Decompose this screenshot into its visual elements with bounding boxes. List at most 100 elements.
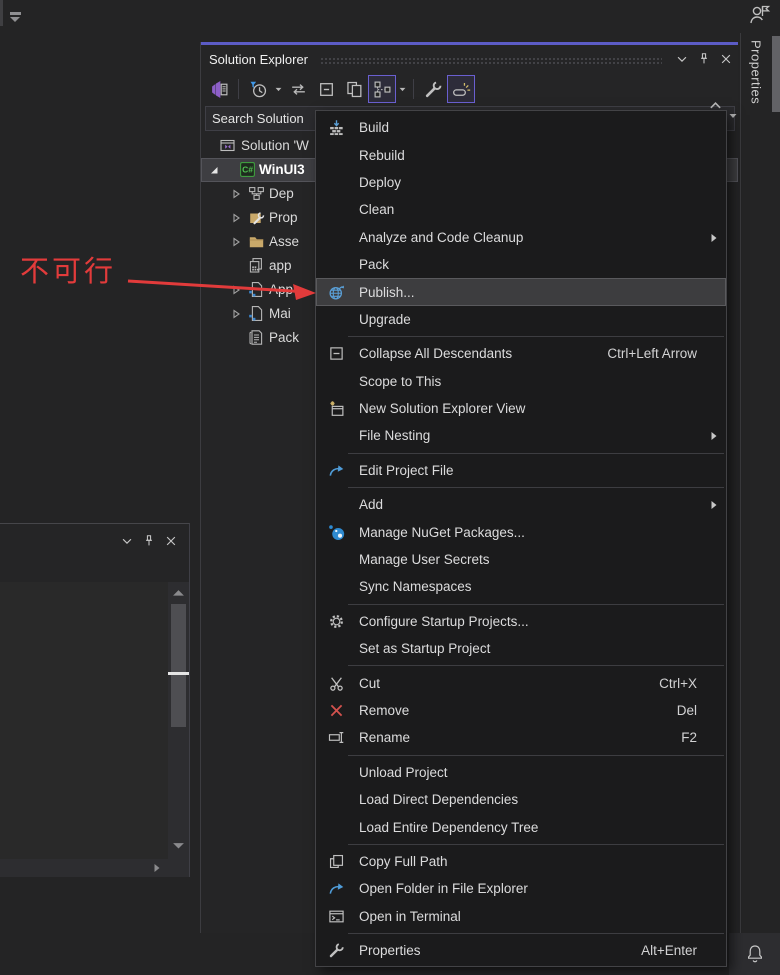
scrollbar-marker (168, 672, 189, 675)
tree-item-label: Prop (269, 210, 298, 225)
expand-arrow-icon[interactable] (230, 188, 242, 200)
menu-item-build[interactable]: Build (316, 114, 726, 141)
tree-item-label: Pack (269, 330, 300, 345)
scrollbar-thumb[interactable] (171, 604, 186, 727)
publish-globe-icon (323, 284, 349, 301)
show-all-files-button[interactable] (368, 75, 396, 103)
dropdown-arrow-icon[interactable] (272, 75, 284, 103)
pin-icon[interactable] (694, 50, 714, 68)
gear-icon (323, 613, 349, 630)
track-active-item-button[interactable] (447, 75, 475, 103)
horizontal-scrollbar[interactable] (0, 859, 189, 877)
menu-item-pack[interactable]: Pack (316, 251, 726, 278)
titlebar-drag-grip[interactable] (320, 57, 662, 65)
menu-item-remove[interactable]: Remove Del (316, 697, 726, 724)
panel-content (0, 582, 189, 859)
menu-item-properties[interactable]: Properties Alt+Enter (316, 937, 726, 964)
sync-with-active-document-button[interactable] (284, 75, 312, 103)
menu-item-label: Copy Full Path (359, 853, 448, 869)
menu-item-load-direct-dependencies[interactable]: Load Direct Dependencies (316, 786, 726, 813)
menu-item-manage-nuget-packages[interactable]: Manage NuGet Packages... (316, 518, 726, 545)
menu-item-analyze-and-code-cleanup[interactable]: Analyze and Code Cleanup (316, 224, 726, 251)
bottom-left-panel (0, 523, 190, 877)
window-position-chevron-icon[interactable] (672, 50, 692, 68)
menu-item-publish[interactable]: Publish... (316, 278, 726, 306)
show-all-files-icon (373, 80, 392, 99)
menu-item-label: Manage NuGet Packages... (359, 524, 525, 540)
menu-item-label: Sync Namespaces (359, 579, 472, 595)
menu-item-collapse-all-descendants[interactable]: Collapse All Descendants Ctrl+Left Arrow (316, 340, 726, 367)
scroll-up-arrow-icon[interactable] (172, 588, 185, 597)
search-input-text: Search Solution (212, 111, 304, 126)
menu-item-new-solution-explorer-view[interactable]: New Solution Explorer View (316, 395, 726, 422)
menu-item-copy-full-path[interactable]: Copy Full Path (316, 848, 726, 875)
close-icon[interactable] (716, 50, 736, 68)
menu-item-rebuild[interactable]: Rebuild (316, 141, 726, 168)
menu-separator (348, 754, 724, 756)
menu-item-deploy[interactable]: Deploy (316, 169, 726, 196)
preview-selected-items-button[interactable] (340, 75, 368, 103)
menu-item-configure-startup-projects[interactable]: Configure Startup Projects... (316, 608, 726, 635)
menu-item-add[interactable]: Add (316, 491, 726, 518)
menu-separator (348, 336, 724, 338)
dependencies-icon (248, 185, 265, 202)
preview-selected-items-icon (345, 80, 364, 99)
pending-changes-filter-button[interactable] (244, 75, 272, 103)
menu-item-open-folder-in-file-explorer[interactable]: Open Folder in File Explorer (316, 875, 726, 902)
close-icon[interactable] (161, 532, 181, 550)
menu-item-set-as-startup-project[interactable]: Set as Startup Project (316, 635, 726, 662)
menu-item-shortcut: Alt+Enter (641, 943, 697, 959)
appx-manifest-icon (248, 329, 265, 346)
menu-item-label: Build (359, 120, 390, 136)
expand-arrow-icon[interactable] (230, 284, 242, 296)
vertical-scrollbar[interactable] (168, 582, 189, 859)
menu-item-rename[interactable]: Rename F2 (316, 724, 726, 751)
menu-item-scope-to-this[interactable]: Scope to This (316, 368, 726, 395)
scroll-right-arrow-icon[interactable] (153, 863, 161, 873)
pin-icon[interactable] (139, 532, 159, 550)
search-options-dropdown-icon[interactable] (729, 113, 739, 125)
collapse-arrow-icon[interactable] (208, 164, 220, 176)
scroll-down-arrow-icon[interactable] (172, 842, 185, 851)
menu-item-label: Unload Project (359, 764, 448, 780)
menu-item-file-nesting[interactable]: File Nesting (316, 422, 726, 449)
menu-item-label: New Solution Explorer View (359, 401, 526, 417)
solution-explorer-toolbar (205, 74, 735, 104)
menu-item-upgrade[interactable]: Upgrade (316, 306, 726, 333)
tree-item-label: Dep (269, 186, 294, 201)
menu-item-shortcut: Ctrl+Left Arrow (607, 346, 697, 362)
feedback-person-icon[interactable] (746, 2, 772, 28)
menu-separator (348, 932, 724, 934)
overflow-bar-icon (10, 12, 21, 15)
menu-item-shortcut: F2 (681, 730, 697, 746)
menu-item-load-entire-dependency-tree[interactable]: Load Entire Dependency Tree (316, 813, 726, 840)
chevron-up-icon[interactable] (709, 101, 722, 110)
expand-arrow-icon[interactable] (230, 308, 242, 320)
chevron-down-icon (10, 17, 20, 22)
menu-item-cut[interactable]: Cut Ctrl+X (316, 669, 726, 696)
tree-item-label: app (269, 258, 292, 273)
window-position-chevron-icon[interactable] (117, 532, 137, 550)
tab-properties-indicator (772, 36, 780, 112)
dropdown-arrow-icon[interactable] (396, 75, 408, 103)
menu-item-manage-user-secrets[interactable]: Manage User Secrets (316, 546, 726, 573)
menu-item-unload-project[interactable]: Unload Project (316, 759, 726, 786)
project-context-menu: Build Rebuild Deploy Clean Analyze and Code … (315, 110, 727, 967)
visual-studio-window: Solution Explorer Search Solution Soluti… (0, 0, 780, 975)
menu-item-clean[interactable]: Clean (316, 196, 726, 223)
solution-home-button[interactable] (205, 75, 233, 103)
menu-item-open-in-terminal[interactable]: Open in Terminal (316, 903, 726, 930)
tab-properties[interactable]: Properties (744, 40, 768, 130)
scissors-icon (323, 675, 349, 692)
svg-text:C#: C# (242, 165, 253, 175)
toolbar-overflow-button[interactable] (8, 10, 24, 24)
menu-item-sync-namespaces[interactable]: Sync Namespaces (316, 573, 726, 600)
menu-item-edit-project-file[interactable]: Edit Project File (316, 457, 726, 484)
collapse-all-button[interactable] (312, 75, 340, 103)
notifications-bell-icon[interactable] (744, 943, 766, 965)
expand-arrow-icon[interactable] (230, 236, 242, 248)
expand-arrow-icon[interactable] (230, 212, 242, 224)
build-icon (323, 119, 349, 136)
solution-home-icon (210, 80, 229, 99)
properties-tool-button[interactable] (419, 75, 447, 103)
